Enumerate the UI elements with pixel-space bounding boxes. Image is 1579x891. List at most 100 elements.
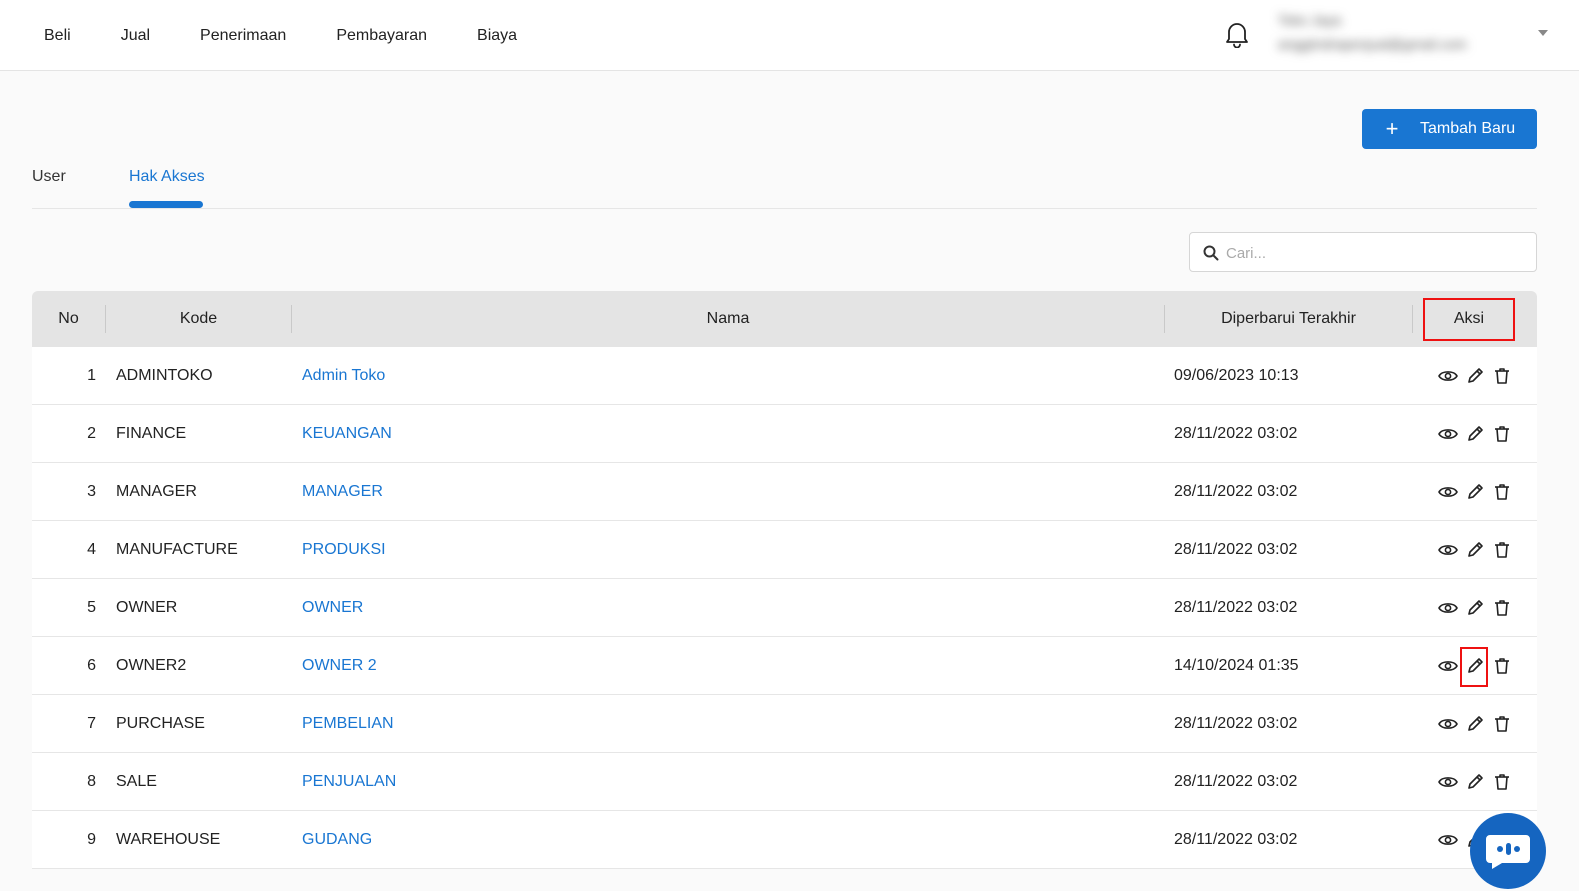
cell-nama-link[interactable]: GUDANG <box>302 811 372 869</box>
row-actions <box>1437 423 1518 445</box>
pencil-icon[interactable] <box>1464 597 1486 619</box>
table-row: 8 SALE PENJUALAN 28/11/2022 03:02 <box>32 753 1537 811</box>
cell-nama-link[interactable]: PEMBELIAN <box>302 695 394 753</box>
cell-updated: 28/11/2022 03:02 <box>1174 541 1298 558</box>
cell-nama-link[interactable]: KEUANGAN <box>302 405 392 463</box>
top-navbar: Beli Jual Penerimaan Pembayaran Biaya To… <box>0 0 1579 71</box>
cell-no: 8 <box>87 773 96 790</box>
row-actions <box>1437 597 1518 619</box>
trash-icon[interactable] <box>1491 423 1513 445</box>
header-kode: Kode <box>179 310 218 327</box>
cell-nama-link[interactable]: Admin Toko <box>302 347 385 405</box>
row-actions <box>1437 539 1518 561</box>
plus-icon: + <box>1385 116 1399 141</box>
cell-updated: 28/11/2022 03:02 <box>1174 831 1298 848</box>
table-row: 1 ADMINTOKO Admin Toko 09/06/2023 10:13 <box>32 347 1537 405</box>
row-actions <box>1437 481 1518 503</box>
cell-updated: 28/11/2022 03:02 <box>1174 483 1298 500</box>
row-actions <box>1437 365 1518 387</box>
eye-icon[interactable] <box>1437 539 1459 561</box>
header-nama: Nama <box>706 310 750 327</box>
table-row: 5 OWNER OWNER 28/11/2022 03:02 <box>32 579 1537 637</box>
user-name: Toko Jaya <box>1278 12 1342 28</box>
nav-item-biaya[interactable]: Biaya <box>477 27 517 45</box>
cell-kode: OWNER2 <box>116 657 187 674</box>
trash-icon[interactable] <box>1491 365 1513 387</box>
cell-nama-link[interactable]: PRODUKSI <box>302 521 386 579</box>
active-tab-indicator <box>129 201 203 208</box>
access-rights-table: No Kode Nama Diperbarui Terakhir Aksi 1 A… <box>32 291 1537 869</box>
cell-nama-link[interactable]: OWNER 2 <box>302 637 377 695</box>
table-body: 1 ADMINTOKO Admin Toko 09/06/2023 10:13 2 FIN… <box>32 347 1537 869</box>
cell-updated: 28/11/2022 03:02 <box>1174 715 1298 732</box>
cell-nama-link[interactable]: PENJUALAN <box>302 753 396 811</box>
nav-item-beli[interactable]: Beli <box>44 27 71 45</box>
pencil-icon[interactable] <box>1464 713 1486 735</box>
table-row: 6 OWNER2 OWNER 2 14/10/2024 01:35 <box>32 637 1537 695</box>
chevron-down-icon[interactable] <box>1538 30 1548 36</box>
trash-icon[interactable] <box>1491 771 1513 793</box>
table-row: 4 MANUFACTURE PRODUKSI 28/11/2022 03:02 <box>32 521 1537 579</box>
cell-no: 3 <box>87 483 96 500</box>
cell-nama-link[interactable]: OWNER <box>302 579 363 637</box>
search-input[interactable] <box>1226 242 1526 264</box>
cell-kode: MANUFACTURE <box>116 541 238 558</box>
table-header: No Kode Nama Diperbarui Terakhir Aksi <box>32 291 1537 347</box>
eye-icon[interactable] <box>1437 365 1459 387</box>
eye-icon[interactable] <box>1437 829 1459 851</box>
pencil-icon[interactable] <box>1464 481 1486 503</box>
user-menu[interactable]: Toko Jaya anggiindrapenjual@gmail.com <box>1278 10 1526 60</box>
cell-kode: ADMINTOKO <box>116 367 213 384</box>
table-row: 7 PURCHASE PEMBELIAN 28/11/2022 03:02 <box>32 695 1537 753</box>
cell-nama-link[interactable]: MANAGER <box>302 463 383 521</box>
trash-icon[interactable] <box>1491 655 1513 677</box>
pencil-icon[interactable] <box>1464 771 1486 793</box>
add-new-button[interactable]: + Tambah Baru <box>1362 109 1537 149</box>
nav-item-penerimaan[interactable]: Penerimaan <box>200 27 286 45</box>
eye-icon[interactable] <box>1437 713 1459 735</box>
eye-icon[interactable] <box>1437 597 1459 619</box>
cell-kode: PURCHASE <box>116 715 205 732</box>
pencil-icon[interactable] <box>1464 539 1486 561</box>
tab-user[interactable]: User <box>32 168 66 186</box>
tab-hak-akses[interactable]: Hak Akses <box>129 168 205 186</box>
eye-icon[interactable] <box>1437 655 1459 677</box>
pencil-icon[interactable] <box>1460 647 1488 687</box>
bell-icon[interactable] <box>1224 20 1250 49</box>
eye-icon[interactable] <box>1437 481 1459 503</box>
table-row: 2 FINANCE KEUANGAN 28/11/2022 03:02 <box>32 405 1537 463</box>
cell-no: 7 <box>87 715 96 732</box>
cell-kode: MANAGER <box>116 483 197 500</box>
eye-icon[interactable] <box>1437 423 1459 445</box>
search-icon <box>1203 245 1219 261</box>
user-email: anggiindrapenjual@gmail.com <box>1278 36 1467 52</box>
pencil-icon[interactable] <box>1464 365 1486 387</box>
cell-no: 9 <box>87 831 96 848</box>
highlight-box <box>1423 298 1515 341</box>
cell-updated: 09/06/2023 10:13 <box>1174 367 1299 384</box>
cell-no: 6 <box>87 657 96 674</box>
nav-item-pembayaran[interactable]: Pembayaran <box>336 27 427 45</box>
cell-updated: 14/10/2024 01:35 <box>1174 657 1299 674</box>
chat-icon <box>1486 835 1530 869</box>
trash-icon[interactable] <box>1491 481 1513 503</box>
header-date: Diperbarui Terakhir <box>1221 310 1356 327</box>
trash-icon[interactable] <box>1491 597 1513 619</box>
cell-updated: 28/11/2022 03:02 <box>1174 425 1298 442</box>
trash-icon[interactable] <box>1491 713 1513 735</box>
pencil-icon[interactable] <box>1464 423 1486 445</box>
chat-button[interactable] <box>1470 813 1546 889</box>
trash-icon[interactable] <box>1491 539 1513 561</box>
row-actions <box>1437 713 1518 735</box>
table-row: 9 WAREHOUSE GUDANG 28/11/2022 03:02 <box>32 811 1537 869</box>
cell-no: 2 <box>87 425 96 442</box>
cell-no: 5 <box>87 599 96 616</box>
cell-no: 4 <box>87 541 96 558</box>
add-new-label: Tambah Baru <box>1420 120 1516 137</box>
eye-icon[interactable] <box>1437 771 1459 793</box>
cell-kode: FINANCE <box>116 425 187 442</box>
highlight-box <box>1460 647 1488 687</box>
nav-item-jual[interactable]: Jual <box>121 27 150 45</box>
tab-bar: User Hak Akses <box>32 160 1537 209</box>
header-separator <box>1412 305 1413 333</box>
